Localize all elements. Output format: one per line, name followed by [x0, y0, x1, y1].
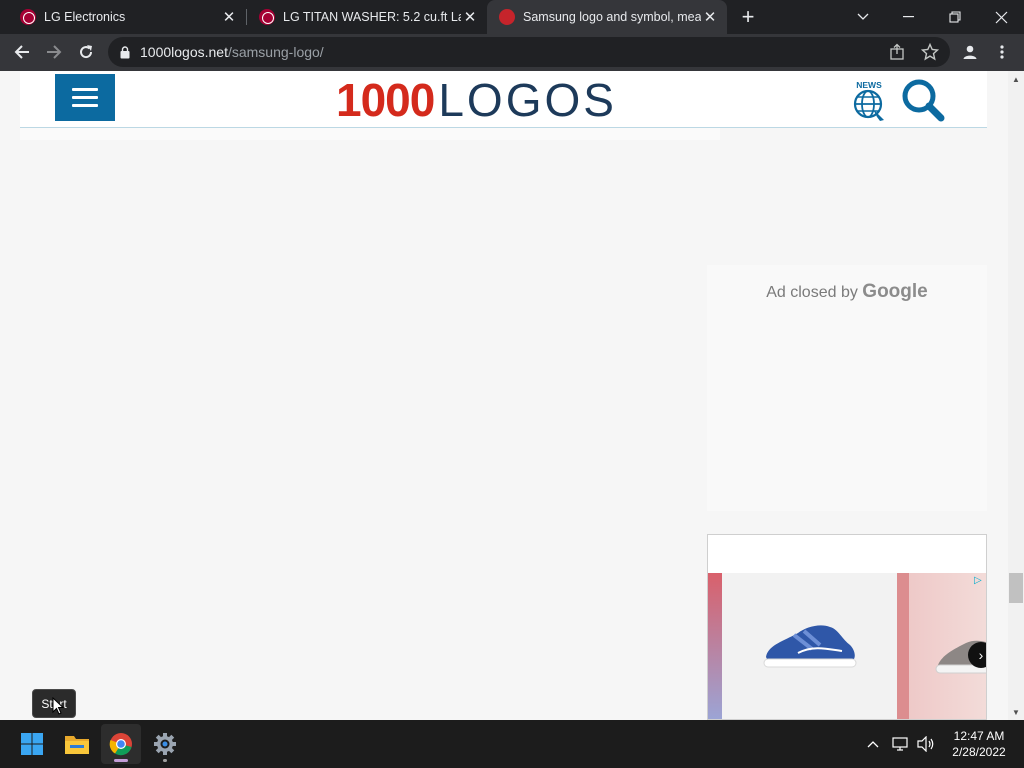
volume-button[interactable] — [914, 720, 938, 768]
reload-icon — [80, 45, 93, 59]
clock-date: 2/28/2022 — [952, 745, 1006, 759]
windows-taskbar: 12:47 AM 2/28/2022 — [0, 720, 1024, 768]
logo-number: 1000 — [336, 74, 435, 126]
arrow-left-icon — [14, 45, 29, 59]
new-tab-button[interactable]: + — [736, 4, 760, 29]
ad-closed-text: Ad closed by — [766, 284, 858, 301]
url-path: /samsung-logo/ — [227, 44, 324, 60]
tab-search-button[interactable] — [840, 0, 886, 34]
site-header: 1000 LOGOS NEWS — [20, 71, 987, 128]
carousel-next-button[interactable]: › — [968, 642, 986, 668]
lock-icon[interactable] — [120, 45, 130, 59]
network-button[interactable] — [890, 720, 912, 768]
system-clock[interactable]: 12:47 AM 2/28/2022 — [940, 728, 1018, 760]
tab-title: LG TITAN WASHER: 5.2 cu.ft Larg — [283, 10, 461, 24]
file-explorer-button[interactable] — [57, 724, 97, 764]
menu-button[interactable] — [988, 38, 1016, 66]
tab-strip: LG Electronics ✕ LG TITAN WASHER: 5.2 cu… — [0, 0, 1024, 34]
more-vertical-icon — [1000, 45, 1004, 59]
folder-icon — [65, 736, 89, 754]
profile-button[interactable] — [956, 38, 984, 66]
tab-samsung-logo[interactable]: Samsung logo and symbol, mea ✕ — [487, 0, 727, 34]
tab-close-icon[interactable]: ✕ — [461, 8, 479, 26]
blue-sneaker-image — [763, 625, 857, 668]
tab-title: LG Electronics — [44, 10, 126, 24]
settings-taskbar-button[interactable] — [145, 724, 185, 764]
page-viewport: 1000 LOGOS NEWS Ad closed by Google ▷ › — [0, 71, 1008, 720]
windows-logo-icon — [21, 733, 43, 755]
ad-closed-panel: Ad closed by Google — [707, 265, 987, 511]
back-button[interactable] — [8, 38, 36, 66]
hamburger-icon-bar — [72, 104, 98, 107]
speaker-icon — [917, 736, 934, 752]
network-icon — [892, 737, 908, 751]
adchoices-icon[interactable]: ▷ — [974, 575, 984, 587]
minimize-button[interactable] — [886, 0, 932, 34]
samsung-favicon-icon — [499, 9, 515, 25]
person-icon — [963, 45, 977, 59]
scroll-down-arrow-icon[interactable]: ▼ — [1008, 704, 1024, 720]
chevron-down-icon — [857, 13, 869, 20]
search-icon[interactable] — [900, 77, 946, 123]
tab-lg-titan-washer[interactable]: LG TITAN WASHER: 5.2 cu.ft Larg ✕ — [247, 0, 487, 34]
tab-title: Samsung logo and symbol, mea — [523, 10, 701, 24]
show-hidden-icons-button[interactable] — [862, 720, 884, 768]
close-window-button[interactable] — [978, 0, 1024, 34]
site-menu-button[interactable] — [55, 74, 115, 121]
running-app-indicator — [163, 759, 167, 762]
ad-card-edge — [708, 573, 722, 719]
scrollbar-thumb[interactable] — [1009, 573, 1023, 603]
tab-close-icon[interactable]: ✕ — [701, 8, 719, 26]
arrow-right-icon — [47, 45, 62, 59]
lg-favicon-icon — [20, 9, 36, 25]
tab-close-icon[interactable]: ✕ — [220, 8, 238, 26]
browser-toolbar: 1000logos.net/samsung-logo/ — [0, 34, 1024, 71]
clock-time: 12:47 AM — [953, 729, 1005, 743]
header-shadow — [20, 128, 720, 140]
hamburger-icon-bar — [72, 88, 98, 91]
active-app-indicator — [114, 759, 128, 762]
start-button[interactable] — [12, 724, 52, 764]
site-logo[interactable]: 1000 LOGOS — [336, 75, 617, 125]
google-wordmark: Google — [862, 281, 928, 302]
forward-button[interactable] — [40, 38, 68, 66]
page-scrollbar[interactable]: ▲ ▼ — [1008, 71, 1024, 720]
logo-word: LOGOS — [438, 74, 617, 126]
scroll-up-arrow-icon[interactable]: ▲ — [1008, 71, 1024, 87]
close-icon — [995, 11, 1007, 23]
screen: LG Electronics ✕ LG TITAN WASHER: 5.2 cu… — [0, 0, 1024, 768]
ad-closed-message: Ad closed by Google — [707, 281, 987, 303]
hamburger-icon-bar — [72, 96, 98, 99]
gear-icon — [154, 733, 176, 755]
reload-button[interactable] — [72, 38, 100, 66]
product-ad-carousel[interactable]: ▷ › — [707, 534, 987, 720]
address-bar[interactable]: 1000logos.net/samsung-logo/ — [108, 37, 950, 67]
chrome-taskbar-button[interactable] — [101, 724, 141, 764]
url-text: 1000logos.net/samsung-logo/ — [140, 44, 324, 60]
restore-icon — [949, 11, 961, 23]
mouse-cursor-icon — [52, 697, 64, 715]
tab-lg-electronics[interactable]: LG Electronics ✕ — [0, 0, 246, 34]
restore-button[interactable] — [932, 0, 978, 34]
minimize-icon — [903, 16, 914, 18]
lg-favicon-icon — [259, 9, 275, 25]
share-icon[interactable] — [889, 43, 907, 61]
news-label: NEWS — [856, 80, 882, 90]
chrome-icon — [109, 733, 132, 756]
bookmark-star-icon[interactable] — [921, 43, 939, 61]
news-globe-icon[interactable]: NEWS — [852, 79, 886, 123]
url-domain: 1000logos.net — [140, 44, 228, 60]
chevron-up-icon — [867, 741, 879, 748]
